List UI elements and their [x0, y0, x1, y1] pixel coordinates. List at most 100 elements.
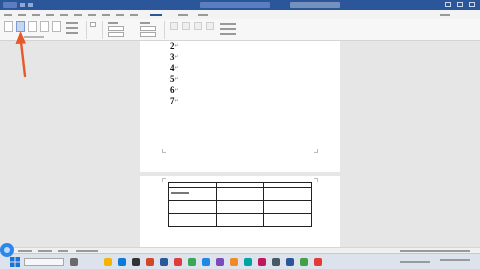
tab-home[interactable]: [18, 14, 26, 16]
undo-icon[interactable]: [28, 3, 33, 7]
tab-design[interactable]: [60, 14, 68, 16]
send-backward-button[interactable]: [206, 22, 214, 30]
app-icon[interactable]: [300, 258, 308, 266]
page-count[interactable]: [18, 250, 32, 252]
page-1[interactable]: 2↵ 3↵ 4↵ 5↵ 6↵ 7↵: [140, 41, 340, 172]
numbered-line[interactable]: 2↵: [170, 41, 179, 52]
share-button[interactable]: [440, 14, 450, 16]
app-icon[interactable]: [272, 258, 280, 266]
maximize-icon[interactable]: [457, 2, 463, 7]
taskbar-search-box[interactable]: [24, 258, 64, 266]
tab-table-design[interactable]: [178, 14, 188, 16]
tab-file[interactable]: [4, 14, 12, 16]
accessibility-indicator[interactable]: [76, 250, 98, 252]
tab-references[interactable]: [88, 14, 96, 16]
bring-forward-button[interactable]: [194, 22, 202, 30]
orientation-button[interactable]: [28, 21, 37, 32]
numbered-line[interactable]: 7↵: [170, 96, 179, 107]
margin-mark: [162, 149, 166, 153]
table-cell[interactable]: [263, 200, 312, 214]
size-button[interactable]: [40, 21, 49, 32]
indent-right-input[interactable]: [108, 32, 124, 37]
document-title: [200, 2, 270, 8]
breaks-button[interactable]: [66, 22, 78, 24]
app-icon[interactable]: [132, 258, 140, 266]
ribbon-separator: [86, 21, 87, 39]
margins-button[interactable]: [16, 21, 25, 32]
taskbar: [0, 253, 480, 269]
app-icon[interactable]: [244, 258, 252, 266]
save-icon[interactable]: [20, 3, 25, 7]
table-cell[interactable]: [168, 213, 217, 227]
tab-insert[interactable]: [32, 14, 40, 16]
windows-start-icon[interactable]: [10, 257, 20, 267]
app-icon[interactable]: [314, 258, 322, 266]
document-table[interactable]: [168, 182, 312, 227]
app-icon[interactable]: [258, 258, 266, 266]
table-cell[interactable]: [168, 187, 217, 201]
ribbon-separator: [102, 21, 103, 39]
line-numbers-button[interactable]: [66, 27, 78, 29]
app-icon[interactable]: [216, 258, 224, 266]
tab-layout[interactable]: [74, 14, 82, 16]
minimize-icon[interactable]: [445, 2, 451, 7]
page-2[interactable]: [140, 176, 340, 253]
tab-mailings[interactable]: [102, 14, 110, 16]
zoom-slider[interactable]: [400, 250, 470, 252]
table-row: [168, 213, 312, 227]
indent-left-input[interactable]: [108, 26, 124, 31]
margin-mark: [314, 178, 318, 182]
table-cell[interactable]: [168, 200, 217, 214]
tab-review[interactable]: [116, 14, 124, 16]
ribbon-tabs: [0, 10, 480, 19]
table-cell[interactable]: [215, 200, 265, 214]
numbered-line[interactable]: 6↵: [170, 85, 179, 96]
draft-paper-button[interactable]: [90, 22, 96, 27]
indent-label: [108, 22, 118, 24]
table-cell[interactable]: [263, 213, 312, 227]
numbered-line[interactable]: 4↵: [170, 63, 179, 74]
text-direction-button[interactable]: [4, 21, 13, 32]
position-button[interactable]: [170, 22, 178, 30]
spacing-before-input[interactable]: [140, 26, 156, 31]
table-row: [168, 200, 312, 214]
table-cell[interactable]: [215, 213, 265, 227]
wrap-text-button[interactable]: [182, 22, 190, 30]
app-icon[interactable]: [286, 258, 294, 266]
table-row: [168, 187, 312, 201]
clock[interactable]: [440, 259, 470, 261]
tab-view[interactable]: [130, 14, 138, 16]
table-cell[interactable]: [263, 187, 312, 201]
language-indicator[interactable]: [58, 250, 68, 252]
tab-table-layout[interactable]: [198, 14, 208, 16]
system-tray[interactable]: [400, 261, 430, 263]
app-icon[interactable]: [174, 258, 182, 266]
autosave-toggle[interactable]: [3, 2, 17, 8]
spacing-label: [140, 22, 150, 24]
close-icon[interactable]: [469, 2, 475, 7]
app-icon[interactable]: [230, 258, 238, 266]
columns-button[interactable]: [52, 21, 61, 32]
app-icon[interactable]: [146, 258, 154, 266]
align-button[interactable]: [220, 23, 236, 25]
tab-draw[interactable]: [46, 14, 54, 16]
app-icon[interactable]: [202, 258, 210, 266]
rotate-button[interactable]: [220, 33, 236, 35]
word-count[interactable]: [38, 250, 52, 252]
help-circle-icon[interactable]: [0, 243, 14, 257]
hyphenation-button[interactable]: [66, 32, 78, 34]
spacing-after-input[interactable]: [140, 32, 156, 37]
task-view-icon[interactable]: [70, 258, 78, 266]
tab-layout-active[interactable]: [150, 14, 162, 16]
file-explorer-icon[interactable]: [104, 258, 112, 266]
group-button[interactable]: [220, 28, 236, 30]
ribbon-separator: [164, 21, 165, 39]
word-icon[interactable]: [160, 258, 168, 266]
ribbon: [0, 19, 480, 41]
search-box[interactable]: [290, 2, 340, 8]
app-icon[interactable]: [188, 258, 196, 266]
table-cell[interactable]: [215, 187, 265, 201]
numbered-line[interactable]: 5↵: [170, 74, 179, 85]
numbered-line[interactable]: 3↵: [170, 52, 179, 63]
edge-icon[interactable]: [118, 258, 126, 266]
